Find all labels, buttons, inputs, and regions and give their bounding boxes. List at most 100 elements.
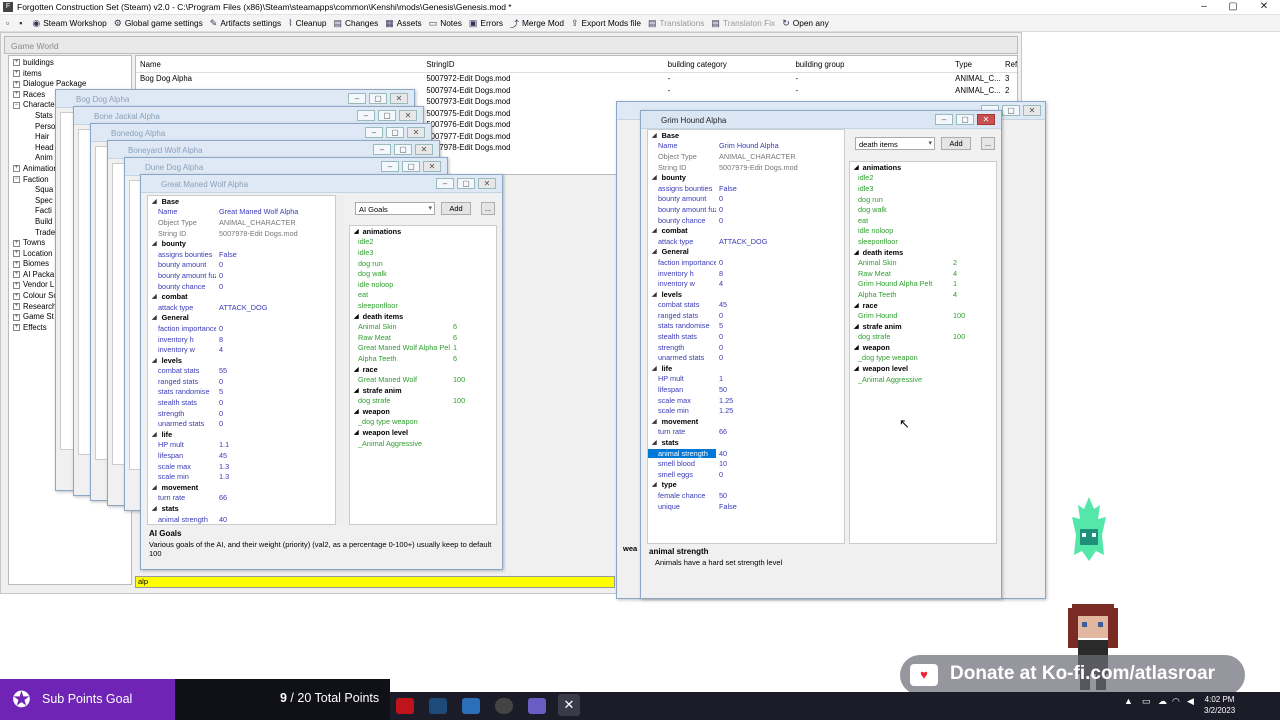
reference-row[interactable]: Grim Hound 100 — [850, 310, 996, 321]
tray-arrow-icon[interactable]: ▲ — [1124, 696, 1133, 706]
taskbar-app-purple-icon[interactable] — [528, 698, 546, 714]
reference-row[interactable]: idle3 — [850, 183, 996, 194]
reference-row[interactable]: _Animal Aggressive — [350, 438, 496, 449]
toolbar-errors[interactable]: ▣ Errors — [469, 18, 503, 29]
property-value[interactable]: False — [216, 250, 326, 259]
property-row[interactable]: Name Grim Hound Alpha — [648, 141, 844, 152]
collapse-icon[interactable]: ◢ — [652, 365, 657, 372]
reference-row[interactable]: Alpha Teeth 6 — [350, 353, 496, 364]
reference-value[interactable]: 2 — [950, 258, 990, 267]
filter-input[interactable]: alp — [135, 576, 615, 588]
reference-value[interactable]: 1 — [450, 343, 490, 352]
property-row[interactable]: combat stats 55 — [148, 366, 342, 377]
property-value[interactable]: 5 — [716, 321, 834, 330]
wolf-more-button[interactable]: ... — [481, 202, 495, 215]
close-icon[interactable]: ✕ — [478, 178, 496, 189]
property-row[interactable]: lifespan 50 — [648, 384, 844, 395]
hound-properties[interactable]: ◢ Base Name Grim Hound Alpha Object Type ANIM… — [647, 129, 845, 544]
collapse-icon[interactable]: ◢ — [652, 481, 657, 488]
reference-row[interactable]: Alpha Teeth 4 — [850, 289, 996, 300]
property-row[interactable]: String ID 5007979-Edit Dogs.mod — [648, 162, 844, 173]
property-value[interactable]: 0 — [216, 260, 326, 269]
property-row[interactable]: faction importance 0 — [648, 257, 844, 268]
property-value[interactable]: 1.3 — [216, 462, 326, 471]
col-ref[interactable]: Ref — [1003, 60, 1017, 69]
property-row[interactable]: HP mult 1 — [648, 374, 844, 385]
toolbar-notes[interactable]: ▭ Notes — [429, 18, 462, 29]
col-stringid[interactable]: StringID — [422, 60, 663, 69]
tree-item[interactable]: + items — [13, 69, 131, 80]
reference-value[interactable]: 100 — [950, 311, 990, 320]
reference-section[interactable]: ◢ animations — [350, 226, 496, 237]
reference-section[interactable]: ◢ race — [350, 364, 496, 375]
maximize-icon[interactable]: ▢ — [956, 114, 974, 125]
reference-row[interactable]: Raw Meat 6 — [350, 332, 496, 343]
property-value[interactable]: 0 — [716, 258, 834, 267]
toolbar-translation-fix[interactable]: ▤ Translaton Fix — [711, 18, 775, 29]
reference-row[interactable]: _Animal Aggressive — [850, 374, 996, 385]
property-row[interactable]: inventory w 4 — [648, 278, 844, 289]
property-value[interactable]: 0 — [716, 194, 834, 203]
reference-value[interactable]: 4 — [950, 269, 990, 278]
expand-icon[interactable]: − — [13, 175, 20, 183]
toolbar-changes[interactable]: ▤ Changes — [334, 18, 379, 29]
property-section[interactable]: ◢ life — [648, 363, 844, 374]
minimize-icon[interactable]: – — [935, 114, 953, 125]
minimize-icon[interactable]: – — [381, 161, 399, 172]
property-row[interactable]: strength 0 — [648, 342, 844, 353]
property-value[interactable]: ANIMAL_CHARACTER — [716, 152, 834, 161]
reference-value[interactable]: 6 — [450, 354, 490, 363]
collapse-icon[interactable]: ◢ — [652, 439, 657, 446]
reference-row[interactable]: dog strafe 100 — [350, 396, 496, 407]
property-row[interactable]: turn rate 66 — [148, 493, 342, 504]
property-section[interactable]: ◢ movement — [648, 416, 844, 427]
collapse-icon[interactable]: ◢ — [854, 302, 859, 309]
property-value[interactable]: 0 — [716, 353, 834, 362]
property-row[interactable]: bounty amount fuzz 0 — [148, 270, 342, 281]
collapse-icon[interactable]: ◢ — [854, 249, 859, 256]
collapse-icon[interactable]: ◢ — [152, 240, 157, 247]
taskbar-fcs-icon[interactable]: ✕ — [558, 694, 580, 716]
property-section[interactable]: ◢ levels — [148, 355, 342, 366]
reference-row[interactable]: idle2 — [350, 237, 496, 248]
property-section[interactable]: ◢ Base — [648, 130, 844, 141]
collapse-icon[interactable]: ◢ — [652, 291, 657, 298]
property-row[interactable]: smell blood 10 — [648, 458, 844, 469]
property-row[interactable]: strength 0 — [148, 408, 342, 419]
property-section[interactable]: ◢ life — [148, 429, 342, 440]
property-row[interactable]: ranged stats 0 — [648, 310, 844, 321]
property-value[interactable]: 4 — [716, 279, 834, 288]
reference-value[interactable]: 6 — [450, 333, 490, 342]
property-row[interactable]: assigns bounties False — [648, 183, 844, 194]
property-value[interactable]: 10 — [716, 459, 834, 468]
reference-row[interactable]: eat — [850, 215, 996, 226]
wolf-add-button[interactable]: Add — [441, 202, 471, 215]
property-section[interactable]: ◢ stats — [148, 503, 342, 514]
property-value[interactable]: 40 — [716, 449, 834, 458]
property-section[interactable]: ◢ combat — [648, 225, 844, 236]
property-section[interactable]: ◢ General — [148, 313, 342, 324]
expand-icon[interactable]: − — [13, 101, 20, 109]
taskbar-obs-icon[interactable] — [495, 698, 513, 714]
property-value[interactable]: 0 — [716, 311, 834, 320]
property-row[interactable]: turn rate 66 — [648, 427, 844, 438]
expand-icon[interactable]: + — [13, 91, 20, 99]
collapse-icon[interactable]: ◢ — [652, 132, 657, 139]
maximize-icon[interactable]: ▢ — [394, 144, 412, 155]
maximize-icon[interactable]: ▢ — [369, 93, 387, 104]
save-icon[interactable]: ▪ — [19, 18, 25, 28]
property-value[interactable]: 5007979-Edit Dogs.mod — [716, 163, 834, 172]
toolbar-assets[interactable]: ▦ Assets — [385, 18, 421, 29]
expand-icon[interactable]: + — [13, 59, 20, 67]
reference-row[interactable]: sleeponfloor — [350, 300, 496, 311]
reference-value[interactable]: 100 — [450, 375, 490, 384]
taskbar-app-red-icon[interactable] — [396, 698, 414, 714]
toolbar-artifacts[interactable]: ✎ Artifacts settings — [210, 18, 281, 29]
reference-row[interactable]: idle noloop — [850, 226, 996, 237]
toolbar-steam-workshop[interactable]: ◉ Steam Workshop — [32, 18, 106, 29]
property-row[interactable]: unique False — [648, 501, 844, 512]
property-value[interactable]: 1.3 — [216, 472, 326, 481]
property-value[interactable]: 0 — [716, 332, 834, 341]
close-icon[interactable]: ✕ — [1023, 105, 1041, 116]
tray-volume-icon[interactable]: ◀ — [1187, 696, 1194, 707]
